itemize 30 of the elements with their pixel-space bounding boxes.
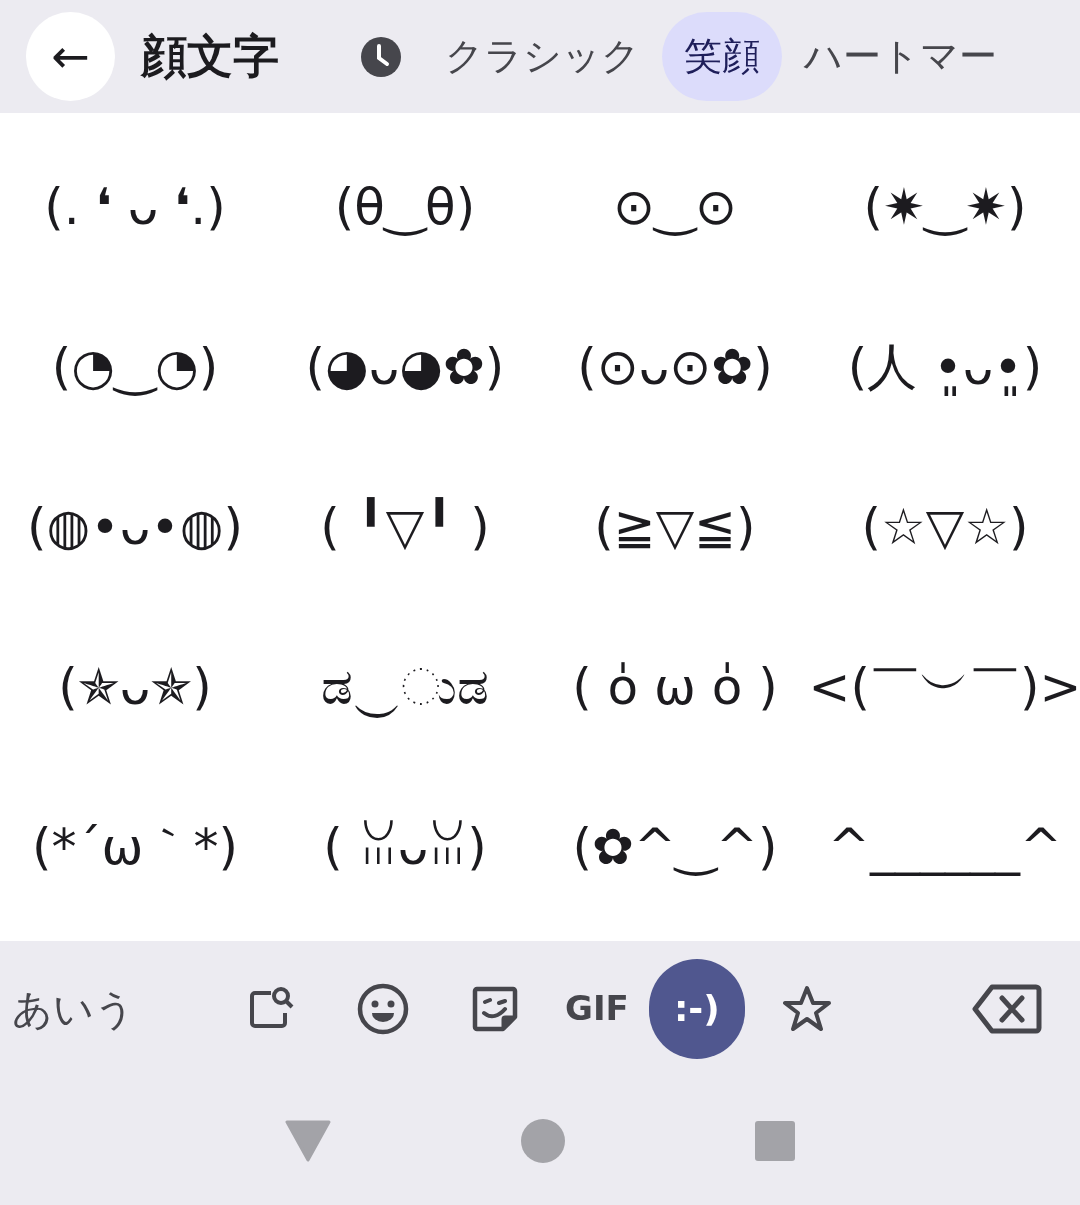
gif-button[interactable]: GIF [557, 960, 637, 1057]
kaomoji-item[interactable]: (θ‿θ) [334, 169, 476, 245]
keyboard-switch-button[interactable]: あいう [8, 968, 139, 1049]
kaomoji-button[interactable]: :-) [648, 958, 745, 1059]
back-button[interactable]: ← [26, 12, 115, 101]
category-tab[interactable]: クラシック [423, 12, 662, 101]
kaomoji-item[interactable]: ^______^ [828, 809, 1062, 885]
emoji-icon [357, 982, 409, 1035]
kaomoji-item[interactable]: (✿^‿^) [572, 809, 778, 885]
kaomoji-item[interactable]: (. ❛ ᴗ ❛.) [44, 169, 226, 245]
screen-title: 顔文字 [141, 28, 279, 85]
kaomoji-item[interactable]: ( ꈍᴗꈍ) [323, 809, 487, 885]
kaomoji-item[interactable]: (✯ᴗ✯) [58, 649, 212, 725]
kaomoji-item[interactable]: ( o̍ ω o̍ ) [572, 649, 778, 725]
kaomoji-item[interactable]: (*´ω｀*) [32, 809, 238, 885]
kaomoji-item[interactable]: ⊙‿⊙ [613, 169, 737, 245]
kaomoji-item[interactable]: (◔‿◔) [51, 329, 219, 405]
kaomoji-item[interactable]: (◕ᴗ◕✿) [305, 329, 505, 405]
kaomoji-item[interactable]: (✷‿✷) [863, 169, 1027, 245]
kaomoji-item[interactable]: (⊙ᴗ⊙✿) [577, 329, 773, 405]
kaomoji-item[interactable]: (≧▽≦) [594, 489, 756, 565]
kaomoji-item[interactable]: (◍•ᴗ•◍) [27, 489, 243, 565]
kaomoji-item[interactable]: <(￣︶￣)> [808, 649, 1080, 725]
kaomoji-item[interactable]: ( ╹▽╹ ) [320, 489, 490, 565]
kaomoji-item[interactable]: ಡ‿ುಡ [321, 649, 489, 725]
kaomoji-item[interactable]: (☆▽☆) [861, 489, 1029, 565]
category-tab[interactable]: 笑顔 [662, 12, 782, 101]
clock-icon [361, 36, 401, 77]
category-tab[interactable]: ハートマー [782, 12, 1019, 101]
kaomoji-item[interactable]: (人 •͈ᴗ•͈) [847, 329, 1043, 405]
